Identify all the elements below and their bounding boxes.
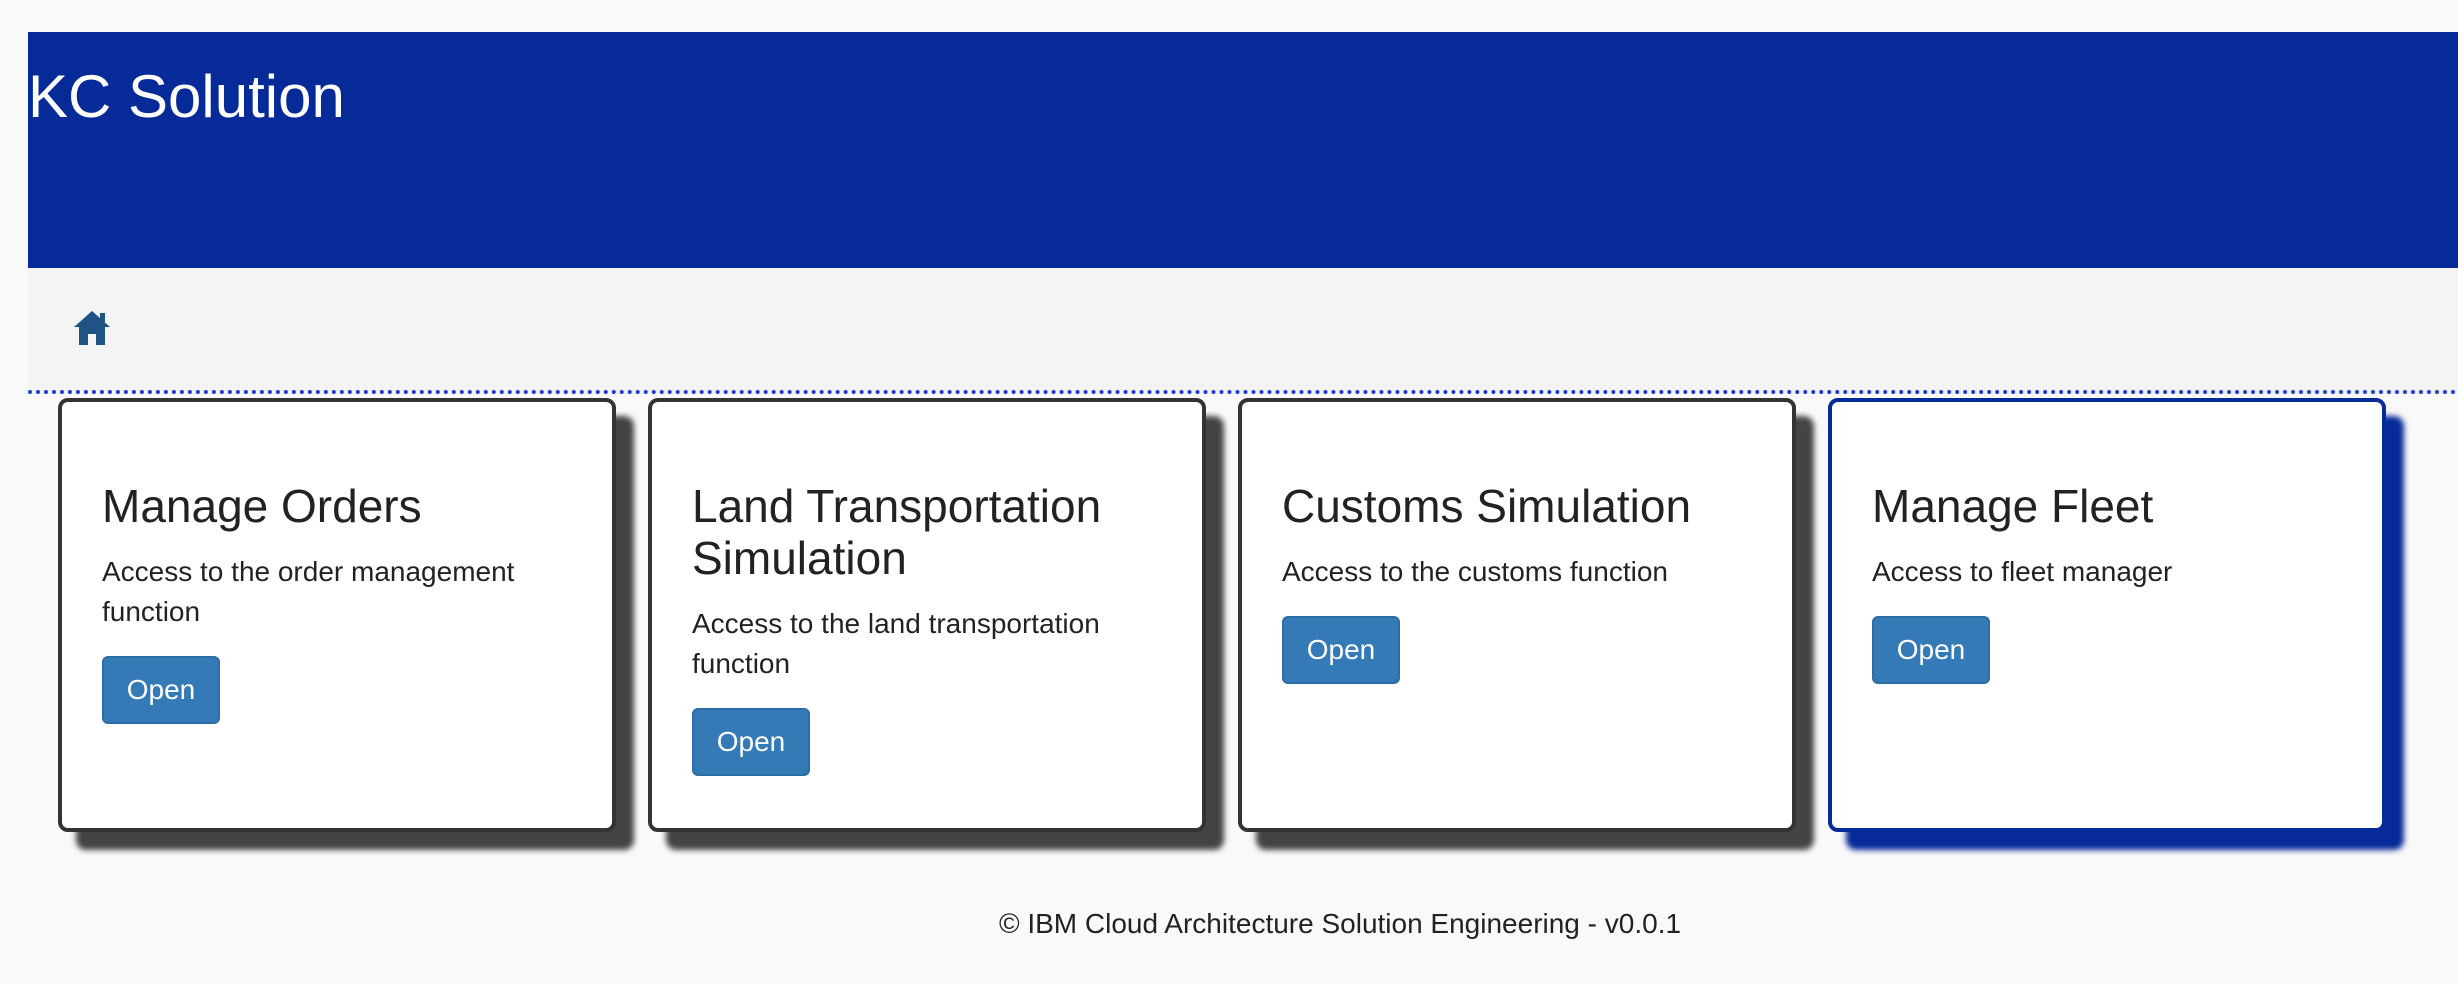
app-title: KC Solution (28, 63, 345, 130)
open-customs-simulation-button[interactable]: Open (1282, 616, 1400, 684)
card-customs-simulation: Customs Simulation Access to the customs… (1238, 398, 1796, 832)
home-icon (74, 311, 110, 345)
card-manage-fleet: Manage Fleet Access to fleet manager Ope… (1828, 398, 2386, 832)
card-land-transportation: Land Transportation Simulation Access to… (648, 398, 1206, 832)
open-manage-fleet-button[interactable]: Open (1872, 616, 1990, 684)
nav-bar (28, 268, 2458, 394)
footer-text: © IBM Cloud Architecture Solution Engine… (998, 908, 1682, 939)
card-description: Access to the land transportation functi… (692, 608, 1100, 679)
card-title: Manage Orders (102, 480, 422, 532)
card-title: Manage Fleet (1872, 480, 2154, 532)
home-button[interactable] (62, 298, 122, 358)
card-manage-orders: Manage Orders Access to the order manage… (58, 398, 616, 832)
card-description: Access to the order management function (102, 556, 515, 627)
card-title: Customs Simulation (1282, 480, 1692, 532)
open-land-transportation-button[interactable]: Open (692, 708, 810, 776)
card-title: Land Transportation Simulation (692, 480, 1102, 584)
card-description: Access to fleet manager (1872, 556, 2173, 587)
open-manage-orders-button[interactable]: Open (102, 656, 220, 724)
card-description: Access to the customs function (1282, 556, 1668, 587)
app-header: KC Solution (28, 32, 2458, 268)
